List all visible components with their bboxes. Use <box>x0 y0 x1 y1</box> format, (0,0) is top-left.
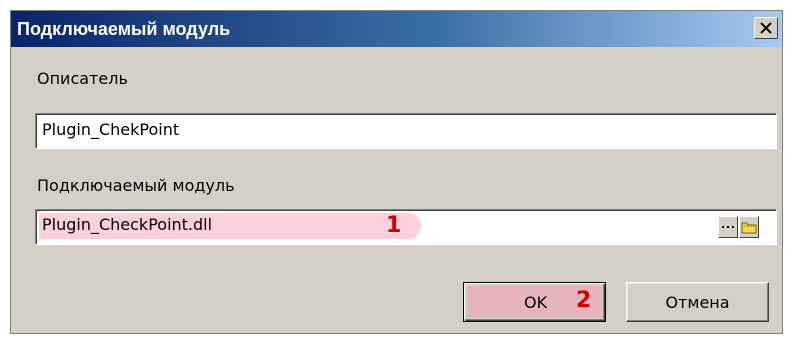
folder-icon <box>741 222 757 234</box>
title-bar: Подключаемый модуль <box>11 11 782 47</box>
close-button[interactable] <box>754 17 778 39</box>
descriptor-field-value: Plugin_ChekPoint <box>42 120 180 139</box>
module-field-value: Plugin_CheckPoint.dll <box>42 215 213 234</box>
descriptor-label: Описатель <box>37 69 128 88</box>
cancel-button[interactable]: Отмена <box>626 282 769 322</box>
browse-button[interactable] <box>718 216 738 238</box>
plugin-dialog: Подключаемый модуль Описатель Plugin_Che… <box>10 10 783 334</box>
module-label: Подключаемый модуль <box>37 176 235 195</box>
module-field[interactable]: Plugin_CheckPoint.dll 1 <box>35 209 777 245</box>
open-folder-button[interactable] <box>739 216 759 238</box>
cancel-button-label: Отмена <box>665 293 730 312</box>
ellipsis-icon <box>722 226 734 228</box>
ok-button-label: OK <box>524 293 548 312</box>
annotation-marker-2: 2 <box>576 288 592 313</box>
close-icon <box>760 22 772 34</box>
window-title: Подключаемый модуль <box>17 19 231 39</box>
annotation-marker-1: 1 <box>386 213 402 238</box>
descriptor-field[interactable]: Plugin_ChekPoint <box>35 113 777 149</box>
ok-button[interactable]: OK 2 <box>463 282 606 322</box>
